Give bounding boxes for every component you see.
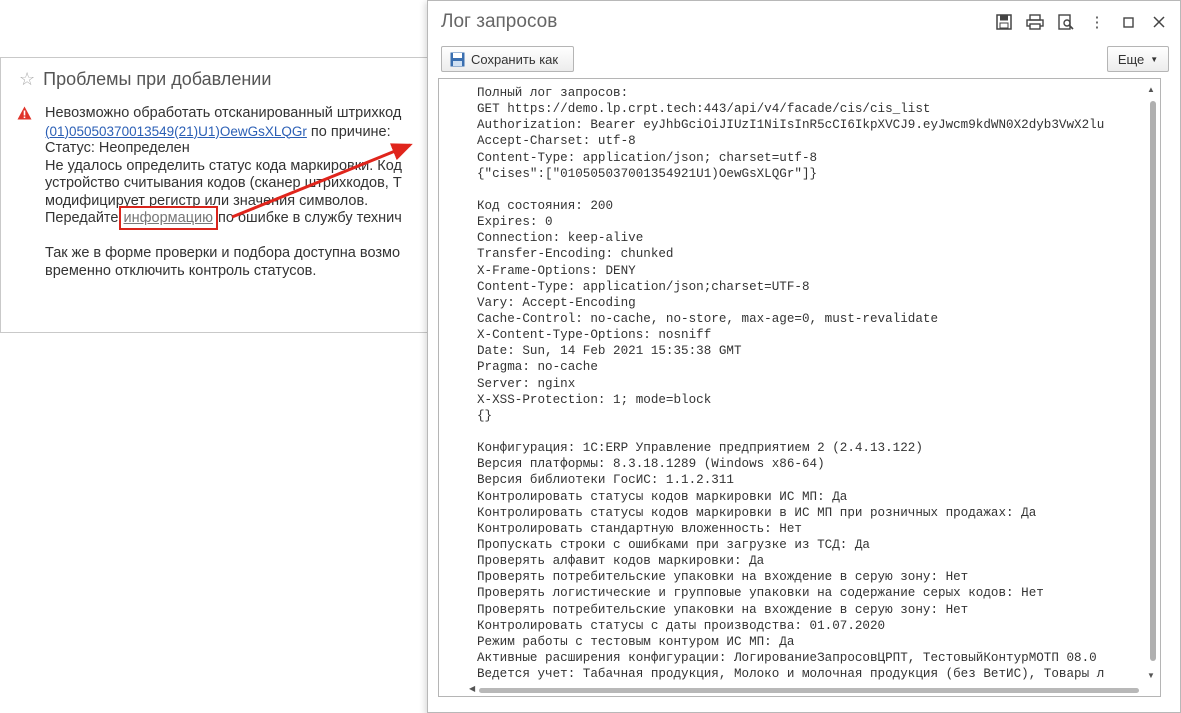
log-line: Контролировать стандартную вложенность: … <box>477 521 802 536</box>
message-line: устройство считывания кодов (сканер штри… <box>45 175 402 191</box>
message-line: Невозможно обработать отсканированный шт… <box>45 105 402 121</box>
log-line: Expires: 0 <box>477 215 553 230</box>
log-line: Cache-Control: no-cache, no-store, max-a… <box>477 311 939 326</box>
message-line: модифицирует регистр или значения символ… <box>45 192 369 209</box>
log-line: Transfer-Encoding: chunked <box>477 247 674 262</box>
message-line: временно отключить контроль статусов. <box>45 262 317 279</box>
reason-text: по причине: <box>306 123 391 140</box>
log-line: {"cises":["010505037001354921U1)OewGsXLQ… <box>477 166 818 181</box>
log-line: Content-Type: application/json;charset=U… <box>477 279 810 294</box>
more-button[interactable]: Еще ▼ <box>1107 46 1169 72</box>
log-line: GET https://demo.lp.crpt.tech:443/api/v4… <box>477 102 931 117</box>
toolbar: Сохранить как Еще ▼ <box>441 46 1169 72</box>
scroll-down-icon[interactable]: ▼ <box>1146 671 1156 680</box>
background-dialog: ☆ Проблемы при добавлении Невозможно обр… <box>0 57 428 333</box>
log-line: Код состояния: 200 <box>477 198 614 213</box>
window-title: Лог запросов <box>441 11 558 32</box>
vertical-scroll-thumb[interactable] <box>1150 101 1156 661</box>
log-line: Проверять потребительские упаковки на вх… <box>477 602 969 617</box>
transfer-prefix: Передайте <box>45 210 123 226</box>
log-line: Проверять логистические и групповые упак… <box>477 586 1044 601</box>
log-line: X-Content-Type-Options: nosniff <box>477 328 712 343</box>
close-icon[interactable] <box>1148 11 1170 33</box>
log-line: Проверять потребительские упаковки на вх… <box>477 570 969 585</box>
log-line: Полный лог запросов: <box>477 86 629 100</box>
print-icon[interactable] <box>1024 11 1046 33</box>
star-icon[interactable]: ☆ <box>19 69 35 90</box>
save-as-label: Сохранить как <box>471 51 559 67</box>
log-line: Версия платформы: 8.3.18.1289 (Windows x… <box>477 457 825 472</box>
log-line: X-Frame-Options: DENY <box>477 263 636 278</box>
dialog-header: ☆ Проблемы при добавлении <box>19 69 271 90</box>
message-line: Так же в форме проверки и подбора доступ… <box>45 245 401 261</box>
log-line: Версия библиотеки ГосИС: 1.1.2.311 <box>477 473 734 488</box>
log-line: Активные расширения конфигурации: Логиро… <box>477 650 1097 665</box>
save-as-button[interactable]: Сохранить как <box>441 46 574 72</box>
scroll-up-icon[interactable]: ▲ <box>1146 85 1156 94</box>
chevron-down-icon: ▼ <box>1150 54 1159 64</box>
dialog-title: Проблемы при добавлении <box>43 69 272 89</box>
log-line: Vary: Accept-Encoding <box>477 295 636 310</box>
more-label: Еще <box>1117 51 1145 67</box>
log-line: Контролировать статусы кодов маркировки … <box>477 505 1037 520</box>
log-text-area[interactable]: Полный лог запросов: GET https://demo.lp.… <box>438 78 1161 697</box>
scroll-left-icon[interactable]: ◀ <box>469 684 475 693</box>
info-link[interactable]: информацию <box>118 206 219 230</box>
message-line: Статус: Неопределен <box>45 140 190 156</box>
message-line: Не удалось определить статус кода маркир… <box>45 157 402 174</box>
log-line: Connection: keep-alive <box>477 231 644 246</box>
log-line: Проверять алфавит кодов маркировки: Да <box>477 554 765 569</box>
floppy-icon <box>450 52 465 66</box>
log-line: Режим работы с тестовым контуром ИС МП: … <box>477 634 795 649</box>
window-controls: ⋮ <box>993 11 1170 33</box>
log-line: Контролировать статусы кодов маркировки … <box>477 489 848 504</box>
log-line: Content-Type: application/json; charset=… <box>477 150 818 165</box>
log-line: Pragma: no-cache <box>477 360 598 375</box>
transfer-suffix: по ошибке в службу технич <box>213 210 402 226</box>
message-line-transfer: Передайте информацию по ошибке в службу … <box>45 206 402 230</box>
menu-icon[interactable]: ⋮ <box>1086 11 1108 33</box>
log-line: {} <box>477 408 493 423</box>
log-line: Пропускать строки с ошибками при загрузк… <box>477 537 870 552</box>
warning-icon <box>17 106 32 120</box>
log-line: Date: Sun, 14 Feb 2021 15:35:38 GMT <box>477 344 742 359</box>
log-line: Контролировать статусы с даты производст… <box>477 618 886 633</box>
message-line-barcode: (01)05050370013549(21)U1)OewGsXLQGr по п… <box>45 123 402 141</box>
log-line: Ведется учет: Табачная продукция, Молоко… <box>477 667 1105 682</box>
minimize-icon[interactable] <box>1117 11 1139 33</box>
log-line: Server: nginx <box>477 376 576 391</box>
log-line: Accept-Charset: utf-8 <box>477 134 636 149</box>
horizontal-scrollbar[interactable]: ◀ <box>469 684 1139 694</box>
save-icon[interactable] <box>993 11 1015 33</box>
preview-icon[interactable] <box>1055 11 1077 33</box>
log-line: Конфигурация: 1С:ERP Управление предприя… <box>477 441 923 456</box>
log-window: Лог запросов ⋮ Сохранить как Еще ▼ Полны… <box>427 0 1181 713</box>
log-line: X-XSS-Protection: 1; mode=block <box>477 392 712 407</box>
log-content: Полный лог запросов: GET https://demo.lp.… <box>477 85 1147 682</box>
log-line: Authorization: Bearer eyJhbGciOiJIUzI1Ni… <box>477 118 1105 133</box>
horizontal-scroll-thumb[interactable] <box>479 688 1139 693</box>
barcode-link[interactable]: (01)05050370013549(21)U1)OewGsXLQGr <box>45 124 307 139</box>
